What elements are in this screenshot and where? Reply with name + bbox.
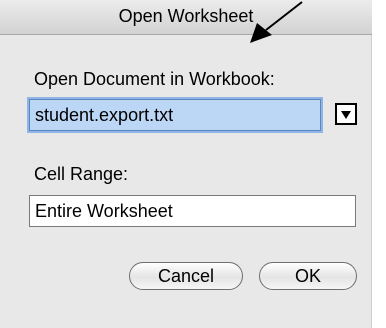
document-label: Open Document in Workbook: xyxy=(34,69,275,89)
open-worksheet-dialog: Open Worksheet Open Document in Workbook… xyxy=(0,0,372,328)
cell-range-label: Cell Range: xyxy=(34,164,129,184)
screenshot: Open Worksheet Open Document in Workbook… xyxy=(0,0,386,328)
cancel-button[interactable]: Cancel xyxy=(129,262,243,290)
chevron-down-icon xyxy=(341,111,351,119)
document-dropdown-button[interactable] xyxy=(335,103,357,125)
ok-button[interactable]: OK xyxy=(259,262,357,290)
dialog-title: Open Worksheet xyxy=(118,6,254,26)
cell-range-field[interactable] xyxy=(29,195,356,227)
dialog-titlebar: Open Worksheet xyxy=(0,0,372,35)
document-field[interactable] xyxy=(29,99,321,131)
